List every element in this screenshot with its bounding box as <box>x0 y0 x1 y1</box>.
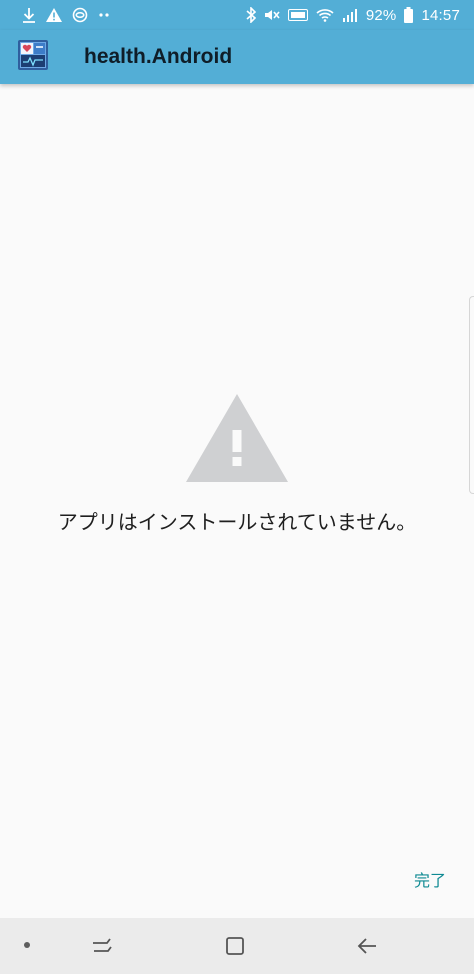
bluetooth-icon <box>246 7 256 23</box>
more-dots-icon <box>98 12 110 18</box>
wifi-icon <box>316 8 334 22</box>
download-icon <box>22 7 36 23</box>
recent-apps-button[interactable] <box>86 932 118 960</box>
back-button[interactable] <box>351 932 383 960</box>
status-left-icons <box>22 7 110 23</box>
mute-icon <box>264 7 280 23</box>
app-notification-icon <box>72 7 88 23</box>
health-app-icon <box>18 40 48 70</box>
status-right-icons: 92% 14:57 <box>246 7 460 24</box>
done-button[interactable]: 完了 <box>408 868 452 894</box>
back-icon <box>357 938 376 954</box>
app-title: health.Android <box>84 45 233 68</box>
scroll-indicator <box>469 296 474 494</box>
warning-icon <box>46 8 62 22</box>
not-installed-message: アプリはインストールされていません。 <box>57 510 417 534</box>
status-clock: 14:57 <box>421 6 460 24</box>
navigation-bar <box>0 918 474 974</box>
warning-triangle-icon <box>186 394 288 482</box>
nav-dot-icon[interactable] <box>24 942 30 948</box>
signal-icon <box>342 8 358 22</box>
home-icon <box>226 937 244 955</box>
battery-icon <box>404 7 414 23</box>
status-bar: 92% 14:57 <box>0 0 474 30</box>
app-bar: health.Android <box>0 30 474 84</box>
volte-icon <box>287 9 308 21</box>
recent-apps-icon <box>93 938 112 952</box>
battery-percentage: 92% <box>365 6 397 24</box>
home-button[interactable] <box>219 932 251 960</box>
